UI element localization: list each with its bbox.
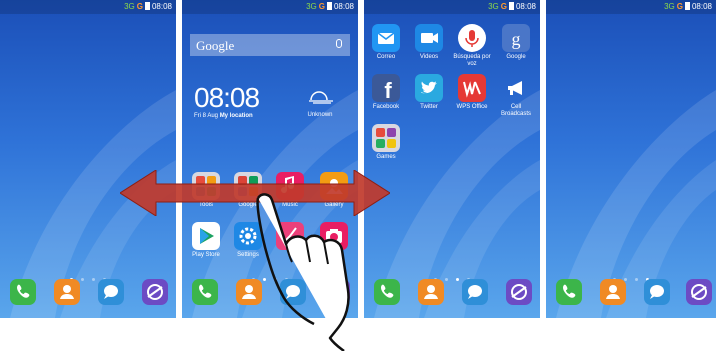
status-bar: 3G G 08:08 bbox=[546, 0, 716, 14]
app-cell-broadcasts[interactable]: Cell Broadcasts bbox=[496, 74, 536, 118]
games-folder-icon bbox=[372, 124, 400, 152]
app-label: Play Store bbox=[192, 252, 220, 258]
megaphone-icon bbox=[502, 74, 530, 102]
clock-time: 08:08 bbox=[194, 82, 260, 113]
browser-icon[interactable] bbox=[686, 279, 712, 305]
phone-icon[interactable] bbox=[192, 279, 218, 305]
contacts-icon[interactable] bbox=[600, 279, 626, 305]
google-search-text: Google bbox=[196, 38, 235, 53]
messages-icon[interactable] bbox=[98, 279, 124, 305]
status-bar: 3G G 08:08 bbox=[364, 0, 540, 14]
app-voice-search[interactable]: Búsqueda por voz bbox=[452, 24, 492, 68]
app-twitter[interactable]: Twitter bbox=[409, 74, 449, 111]
app-play-store[interactable]: Play Store bbox=[186, 222, 226, 259]
phone-icon[interactable] bbox=[10, 279, 36, 305]
app-label: Facebook bbox=[372, 104, 400, 110]
dock bbox=[0, 279, 176, 307]
home-screen-3[interactable]: 3G G 08:08 Correo Videos Búsqueda por voz … bbox=[364, 0, 540, 318]
clock-location: My location bbox=[219, 113, 253, 119]
app-label: WPS Office bbox=[456, 104, 488, 110]
home-screen-1[interactable]: 3G G 08:08 bbox=[0, 0, 176, 318]
network-indicator: 3G bbox=[124, 2, 135, 11]
app-videos[interactable]: Videos bbox=[409, 24, 449, 61]
wps-office-icon bbox=[458, 74, 486, 102]
signal-indicator: G bbox=[318, 2, 325, 11]
mail-icon bbox=[372, 24, 400, 52]
voice-search-icon bbox=[458, 24, 486, 52]
clock-date: Fri 8 Aug bbox=[194, 113, 219, 119]
messages-icon[interactable] bbox=[462, 279, 488, 305]
status-time: 08:08 bbox=[691, 2, 712, 11]
app-facebook[interactable]: f Facebook bbox=[366, 74, 406, 111]
clock-widget[interactable]: 08:08 Fri 8 Aug My location bbox=[194, 82, 260, 120]
battery-icon bbox=[508, 2, 514, 10]
app-label: Videos bbox=[419, 54, 439, 60]
app-label: Búsqueda por voz bbox=[453, 54, 491, 67]
app-label: Correo bbox=[376, 54, 396, 60]
battery-icon bbox=[326, 2, 332, 10]
microphone-icon[interactable] bbox=[336, 39, 342, 48]
signal-indicator: G bbox=[676, 2, 683, 11]
app-label: Twitter bbox=[420, 104, 438, 110]
signal-indicator: G bbox=[500, 2, 507, 11]
dock bbox=[546, 279, 716, 307]
contacts-icon[interactable] bbox=[54, 279, 80, 305]
battery-icon bbox=[144, 2, 150, 10]
play-store-icon bbox=[192, 222, 220, 250]
status-bar: 3G G 08:08 bbox=[182, 0, 358, 14]
google-search-icon: g bbox=[502, 24, 530, 52]
weather-icon bbox=[309, 91, 333, 104]
app-wps-office[interactable]: WPS Office bbox=[452, 74, 492, 111]
status-time: 08:08 bbox=[151, 2, 172, 11]
status-bar: 3G G 08:08 bbox=[0, 0, 176, 14]
weather-widget[interactable]: Unknown bbox=[290, 86, 350, 118]
messages-icon[interactable] bbox=[644, 279, 670, 305]
twitter-icon bbox=[415, 74, 443, 102]
app-label: Google bbox=[506, 54, 526, 60]
hand-gesture-icon bbox=[256, 193, 350, 351]
app-correo[interactable]: Correo bbox=[366, 24, 406, 61]
browser-icon[interactable] bbox=[142, 279, 168, 305]
status-time: 08:08 bbox=[333, 2, 354, 11]
svg-text:f: f bbox=[384, 78, 392, 102]
contacts-icon[interactable] bbox=[418, 279, 444, 305]
battery-icon bbox=[684, 2, 690, 10]
app-label: Games bbox=[376, 154, 396, 160]
app-google-search[interactable]: g Google bbox=[496, 24, 536, 61]
app-games[interactable]: Games bbox=[366, 124, 406, 161]
weather-label: Unknown bbox=[307, 112, 333, 118]
status-time: 08:08 bbox=[515, 2, 536, 11]
home-screen-4[interactable]: 3G G 08:08 bbox=[546, 0, 716, 318]
dock bbox=[364, 279, 540, 307]
browser-icon[interactable] bbox=[506, 279, 532, 305]
network-indicator: 3G bbox=[488, 2, 499, 11]
network-indicator: 3G bbox=[306, 2, 317, 11]
app-label: Cell Broadcasts bbox=[500, 104, 531, 117]
signal-indicator: G bbox=[136, 2, 143, 11]
video-icon bbox=[415, 24, 443, 52]
svg-text:g: g bbox=[512, 29, 521, 49]
google-search-bar[interactable]: Google bbox=[190, 34, 350, 56]
facebook-icon: f bbox=[372, 74, 400, 103]
phone-icon[interactable] bbox=[556, 279, 582, 305]
network-indicator: 3G bbox=[664, 2, 675, 11]
